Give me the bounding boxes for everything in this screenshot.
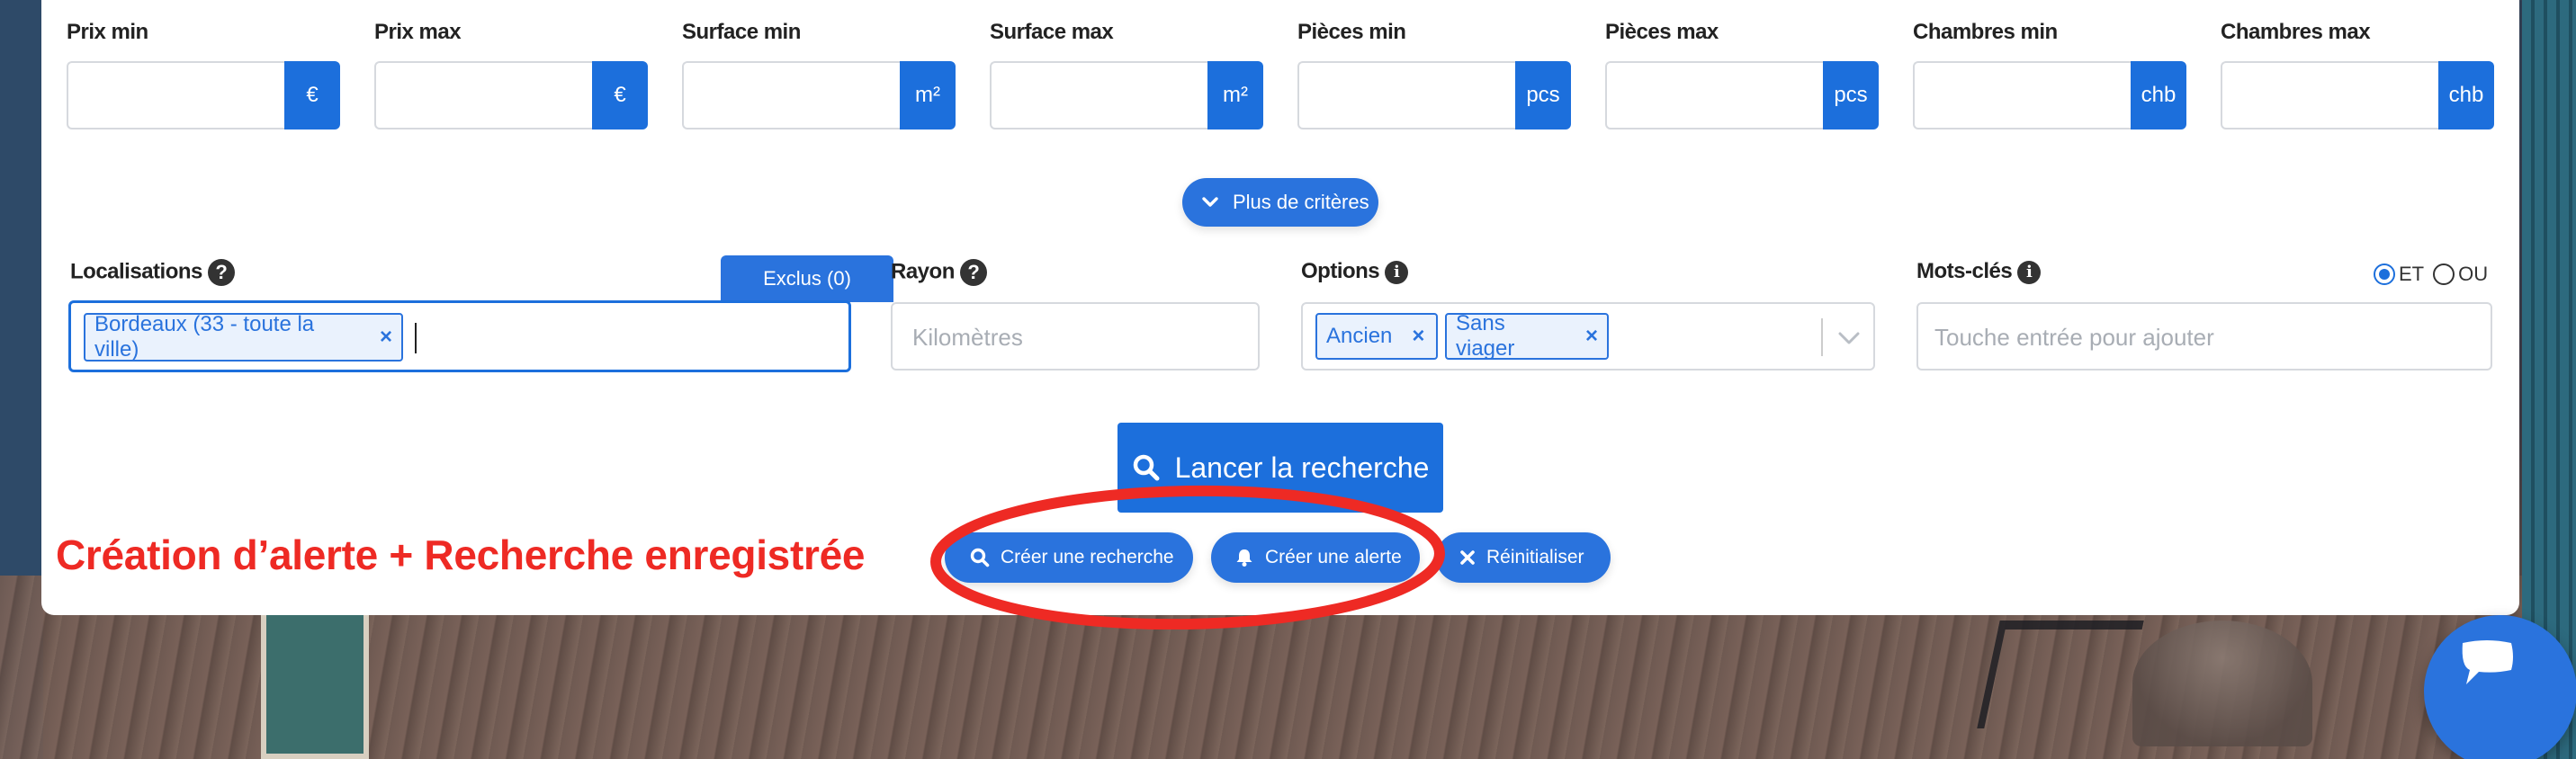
background-bench bbox=[1977, 621, 2144, 728]
surface-max-input[interactable] bbox=[990, 61, 1207, 129]
localisations-label: Localisations bbox=[70, 259, 202, 284]
option-tag-label: Ancien bbox=[1326, 324, 1393, 348]
location-tag-label: Bordeaux (33 - toute la ville) bbox=[94, 312, 315, 362]
options-label-group: Options i bbox=[1301, 259, 1409, 284]
rayon-label: Rayon bbox=[891, 259, 955, 284]
keywords-operator: ET OU bbox=[2374, 263, 2488, 286]
chambres-max-field: chb bbox=[2221, 61, 2494, 129]
keywords-input[interactable]: Touche entrée pour ajouter bbox=[1916, 302, 2492, 371]
et-radio[interactable] bbox=[2374, 263, 2395, 285]
pieces-min-field: pcs bbox=[1297, 61, 1571, 129]
reset-label: Réinitialiser bbox=[1486, 547, 1584, 567]
keywords-label-group: Mots-clés i bbox=[1916, 259, 2042, 284]
option-tag-label: Sans viager bbox=[1456, 311, 1515, 361]
keywords-placeholder: Touche entrée pour ajouter bbox=[1934, 324, 2214, 351]
prix-max-field: € bbox=[374, 61, 648, 129]
pcs-addon: pcs bbox=[1515, 61, 1571, 129]
remove-tag-icon[interactable]: × bbox=[1585, 324, 1598, 349]
localisations-label-group: Localisations? bbox=[70, 259, 235, 286]
prix-min-field: € bbox=[67, 61, 340, 129]
surface-min-label: Surface min bbox=[682, 20, 801, 44]
chambres-max-label: Chambres max bbox=[2221, 20, 2371, 44]
reset-button[interactable]: Réinitialiser bbox=[1436, 532, 1611, 583]
pcs-addon: pcs bbox=[1823, 61, 1879, 129]
pieces-max-label: Pièces max bbox=[1605, 20, 1719, 44]
m2-addon: m² bbox=[900, 61, 956, 129]
rayon-input[interactable]: Kilomètres bbox=[891, 302, 1260, 371]
chambres-min-field: chb bbox=[1913, 61, 2186, 129]
chambres-max-input[interactable] bbox=[2221, 61, 2438, 129]
help-icon[interactable]: ? bbox=[959, 259, 987, 286]
rayon-label-group: Rayon? bbox=[891, 259, 987, 286]
select-divider bbox=[1821, 318, 1823, 356]
prix-max-label: Prix max bbox=[374, 20, 462, 44]
help-icon[interactable]: ? bbox=[207, 259, 235, 286]
prix-min-label: Prix min bbox=[67, 20, 148, 44]
euro-addon: € bbox=[592, 61, 648, 129]
m2-addon: m² bbox=[1207, 61, 1263, 129]
options-label: Options bbox=[1301, 259, 1380, 283]
excluded-label: Exclus (0) bbox=[763, 267, 851, 290]
chat-button[interactable] bbox=[2424, 615, 2576, 759]
options-select[interactable]: Ancien × Sans viager × bbox=[1301, 302, 1875, 371]
chb-addon: chb bbox=[2438, 61, 2494, 129]
ou-radio[interactable] bbox=[2433, 263, 2455, 285]
close-icon bbox=[1460, 550, 1475, 565]
highlight-ellipse bbox=[930, 485, 1445, 630]
location-tag: Bordeaux (33 - toute la ville) × bbox=[84, 312, 403, 362]
prix-max-input[interactable] bbox=[374, 61, 592, 129]
et-label: ET bbox=[2399, 263, 2425, 285]
excluded-locations-button[interactable]: Exclus (0) bbox=[721, 255, 893, 302]
more-criteria-label: Plus de critères bbox=[1233, 191, 1369, 213]
rayon-placeholder: Kilomètres bbox=[912, 324, 1023, 351]
info-icon[interactable]: i bbox=[1385, 260, 1409, 284]
background-urn bbox=[2132, 621, 2312, 746]
pieces-max-field: pcs bbox=[1605, 61, 1879, 129]
chat-icon bbox=[2462, 640, 2513, 684]
option-tag: Ancien × bbox=[1315, 313, 1438, 360]
surface-max-label: Surface max bbox=[990, 20, 1114, 44]
ou-label: OU bbox=[2458, 263, 2489, 285]
euro-addon: € bbox=[284, 61, 340, 129]
chambres-min-label: Chambres min bbox=[1913, 20, 2058, 44]
pieces-min-label: Pièces min bbox=[1297, 20, 1406, 44]
chevron-down-icon bbox=[1202, 197, 1218, 207]
surface-max-field: m² bbox=[990, 61, 1263, 129]
text-cursor bbox=[415, 323, 417, 353]
chb-addon: chb bbox=[2131, 61, 2186, 129]
remove-tag-icon[interactable]: × bbox=[380, 325, 392, 350]
option-tag: Sans viager × bbox=[1445, 311, 1609, 361]
surface-min-field: m² bbox=[682, 61, 956, 129]
background-door bbox=[261, 594, 369, 759]
chevron-down-icon[interactable] bbox=[1836, 326, 1862, 351]
pieces-max-input[interactable] bbox=[1605, 61, 1823, 129]
keywords-label: Mots-clés bbox=[1916, 259, 2013, 283]
annotation-label: Création d’alerte + Recherche enregistré… bbox=[56, 531, 866, 578]
remove-tag-icon[interactable]: × bbox=[1412, 324, 1424, 349]
more-criteria-button[interactable]: Plus de critères bbox=[1182, 178, 1378, 227]
surface-min-input[interactable] bbox=[682, 61, 900, 129]
chambres-min-input[interactable] bbox=[1913, 61, 2131, 129]
info-icon[interactable]: i bbox=[2017, 260, 2042, 284]
prix-min-input[interactable] bbox=[67, 61, 284, 129]
pieces-min-input[interactable] bbox=[1297, 61, 1515, 129]
localisations-input[interactable]: Bordeaux (33 - toute la ville) × bbox=[68, 300, 851, 372]
